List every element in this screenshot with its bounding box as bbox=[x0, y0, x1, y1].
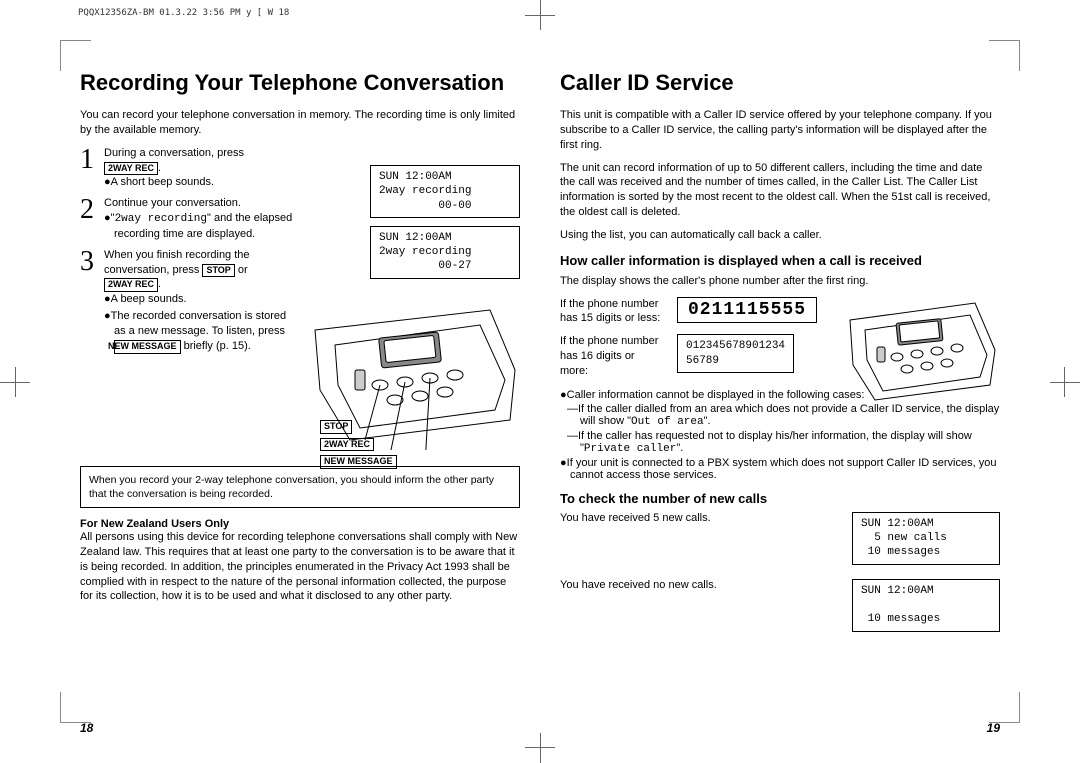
row-label: If the phone number has 16 digits or mor… bbox=[560, 334, 665, 379]
check-row-5-calls: You have received 5 new calls. SUN 12:00… bbox=[560, 512, 1000, 565]
lcd-display-16digit: 012345678901234 56789 bbox=[677, 334, 794, 373]
device-illustration-small bbox=[845, 295, 1000, 405]
header-doc-code: PQQX12356ZA-BM 01.3.22 3:56 PM y [ W 18 bbox=[78, 8, 289, 18]
nz-heading: For New Zealand Users Only bbox=[80, 518, 520, 530]
page-number: 19 bbox=[987, 721, 1000, 735]
row-label: If the phone number has 15 digits or les… bbox=[560, 297, 665, 327]
right-page: Caller ID Service This unit is compatibl… bbox=[560, 70, 1000, 713]
device-callouts: STOP 2WAY REC NEW MESSAGE bbox=[320, 420, 397, 469]
lcd-display-2: SUN 12:00AM 2way recording 00-27 bbox=[370, 226, 520, 279]
step-bullet: ●"2way recording" and the elapsed record… bbox=[104, 211, 300, 242]
sub1-text: The display shows the caller's phone num… bbox=[560, 274, 1000, 289]
lcd-display-1: SUN 12:00AM 2way recording 00-00 bbox=[370, 165, 520, 218]
step-1: 1 During a conversation, press 2WAY REC.… bbox=[80, 146, 300, 193]
intro-para-2: The unit can record information of up to… bbox=[560, 161, 1000, 220]
intro-para-1: This unit is compatible with a Caller ID… bbox=[560, 108, 1000, 153]
case-1: —If the caller dialled from an area whic… bbox=[560, 403, 1000, 428]
callout-stop: STOP bbox=[320, 420, 352, 434]
callout-new-message: NEW MESSAGE bbox=[320, 455, 397, 469]
caller-example-16: If the phone number has 16 digits or mor… bbox=[560, 334, 845, 379]
check-text: You have received no new calls. bbox=[560, 579, 717, 591]
subheading-display: How caller information is displayed when… bbox=[560, 253, 1000, 268]
intro-para-3: Using the list, you can automatically ca… bbox=[560, 228, 1000, 243]
page-number: 18 bbox=[80, 721, 93, 735]
lcd-display-no-calls: SUN 12:00AM 10 messages bbox=[852, 579, 1000, 632]
recording-notice-box: When you record your 2-way telephone con… bbox=[80, 466, 520, 508]
button-2way-rec: 2WAY REC bbox=[104, 278, 158, 292]
check-text: You have received 5 new calls. bbox=[560, 512, 711, 524]
nz-body: All persons using this device for record… bbox=[80, 530, 520, 604]
step-text: Continue your conversation. bbox=[104, 196, 300, 211]
button-stop: STOP bbox=[202, 264, 234, 278]
subheading-check: To check the number of new calls bbox=[560, 491, 1000, 506]
page-content: Recording Your Telephone Conversation Yo… bbox=[80, 70, 1000, 713]
step-bullet: ●A beep sounds. bbox=[104, 292, 300, 307]
lcd-display-15digit: 0211115555 bbox=[677, 297, 817, 323]
pbx-note: ●If your unit is connected to a PBX syst… bbox=[560, 457, 1000, 481]
step-list: 1 During a conversation, press 2WAY REC.… bbox=[80, 146, 300, 356]
step-text: During a conversation, press bbox=[104, 147, 244, 159]
step-bullet: ●A short beep sounds. bbox=[104, 175, 300, 190]
step-3: 3 When you finish recording the conversa… bbox=[80, 248, 300, 356]
case-2: —If the caller has requested not to disp… bbox=[560, 430, 1000, 455]
button-new-message: NEW MESSAGE bbox=[114, 340, 181, 354]
nz-section: For New Zealand Users Only All persons u… bbox=[80, 518, 520, 604]
button-2way-rec: 2WAY REC bbox=[104, 162, 158, 176]
page-title: Recording Your Telephone Conversation bbox=[80, 70, 520, 96]
lcd-display-5-calls: SUN 12:00AM 5 new calls 10 messages bbox=[852, 512, 1000, 565]
left-page: Recording Your Telephone Conversation Yo… bbox=[80, 70, 520, 713]
step-2: 2 Continue your conversation. ●"2way rec… bbox=[80, 196, 300, 244]
step-bullet: ●The recorded conversation is stored as … bbox=[104, 309, 300, 354]
callout-2way-rec: 2WAY REC bbox=[320, 438, 374, 452]
manual-spread: PQQX12356ZA-BM 01.3.22 3:56 PM y [ W 18 … bbox=[0, 0, 1080, 763]
step-number: 1 bbox=[80, 146, 104, 174]
step-number: 2 bbox=[80, 196, 104, 224]
page-title: Caller ID Service bbox=[560, 70, 1000, 96]
caller-example-15: If the phone number has 15 digits or les… bbox=[560, 297, 845, 327]
lcd-displays: SUN 12:00AM 2way recording 00-00 SUN 12:… bbox=[370, 165, 520, 279]
check-row-no-calls: You have received no new calls. SUN 12:0… bbox=[560, 579, 1000, 632]
step-number: 3 bbox=[80, 248, 104, 276]
intro-text: You can record your telephone conversati… bbox=[80, 108, 520, 138]
